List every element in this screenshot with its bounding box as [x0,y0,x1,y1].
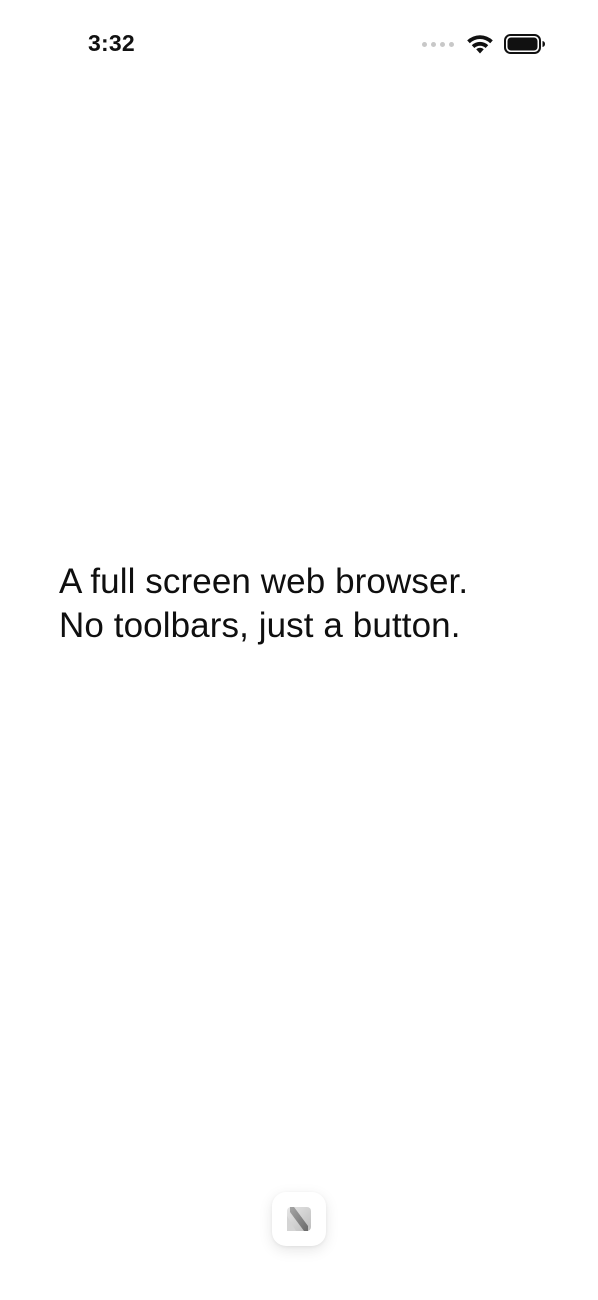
floating-browser-button[interactable] [272,1192,326,1246]
status-bar: 3:32 [0,0,598,90]
cellular-signal-icon [422,41,454,47]
browser-logo-icon [287,1207,311,1231]
hero-line-1: A full screen web browser. [59,562,469,601]
battery-icon [504,34,545,54]
status-time: 3:32 [88,30,135,56]
hero-text: A full screen web browser. No toolbars, … [59,560,559,648]
hero-line-2: No toolbars, just a button. [59,606,461,645]
status-icons [422,31,546,57]
wifi-icon [467,35,493,54]
